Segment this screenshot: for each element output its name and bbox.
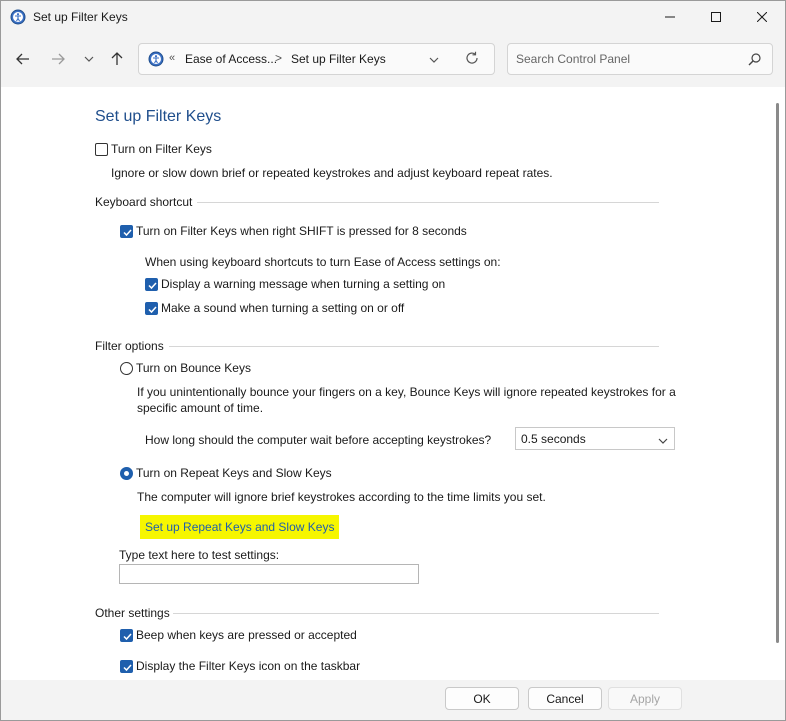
bounce-keys-radio[interactable]: [120, 362, 133, 375]
keyboard-shortcut-divider: [197, 202, 659, 203]
back-button[interactable]: [11, 47, 35, 71]
chevron-down-icon: [658, 433, 668, 447]
back-arrow-icon: [16, 53, 29, 65]
breadcrumb-set-up-filter-keys[interactable]: Set up Filter Keys: [291, 52, 386, 66]
apply-button[interactable]: Apply: [608, 687, 682, 710]
vertical-scrollbar[interactable]: [769, 87, 785, 680]
wait-time-value: 0.5 seconds: [521, 432, 586, 446]
make-sound-checkbox[interactable]: [145, 302, 158, 315]
control-panel-icon: [148, 51, 164, 67]
recent-locations-button[interactable]: [77, 47, 101, 71]
breadcrumb-separator[interactable]: >: [275, 51, 282, 65]
settings-content: Set up Filter Keys Turn on Filter Keys I…: [1, 87, 769, 680]
window-title: Set up Filter Keys: [33, 10, 128, 24]
forward-arrow-icon: [52, 53, 65, 65]
filter-options-group-label: Filter options: [95, 339, 164, 353]
search-input[interactable]: Search Control Panel: [507, 43, 773, 75]
right-shift-shortcut-checkbox[interactable]: [120, 225, 133, 238]
close-button[interactable]: [739, 1, 785, 33]
turn-on-filter-keys-label[interactable]: Turn on Filter Keys: [111, 142, 212, 156]
beep-label[interactable]: Beep when keys are pressed or accepted: [136, 628, 357, 642]
turn-on-filter-keys-checkbox[interactable]: [95, 143, 108, 156]
filter-keys-description: Ignore or slow down brief or repeated ke…: [111, 166, 553, 180]
wait-time-label: How long should the computer wait before…: [145, 433, 492, 447]
repeat-slow-keys-label[interactable]: Turn on Repeat Keys and Slow Keys: [136, 466, 332, 480]
chevron-down-icon: [84, 56, 94, 62]
scrollbar-thumb[interactable]: [776, 103, 779, 643]
shortcut-sub-label: When using keyboard shortcuts to turn Ea…: [145, 255, 501, 269]
make-sound-label[interactable]: Make a sound when turning a setting on o…: [161, 301, 404, 315]
search-icon[interactable]: [748, 52, 762, 69]
bounce-keys-label[interactable]: Turn on Bounce Keys: [136, 361, 251, 375]
repeat-slow-keys-radio[interactable]: [120, 467, 133, 480]
navigation-bar: « Ease of Access... > Set up Filter Keys…: [1, 33, 785, 87]
right-shift-shortcut-label[interactable]: Turn on Filter Keys when right SHIFT is …: [136, 224, 467, 238]
repeat-slow-keys-description: The computer will ignore brief keystroke…: [137, 490, 546, 504]
taskbar-icon-label[interactable]: Display the Filter Keys icon on the task…: [136, 659, 360, 673]
ok-button[interactable]: OK: [445, 687, 519, 710]
filter-keys-window: Set up Filter Keys « Ease of Access... >…: [0, 0, 786, 721]
taskbar-icon-checkbox[interactable]: [120, 660, 133, 673]
up-button[interactable]: [105, 47, 129, 71]
cancel-button[interactable]: Cancel: [528, 687, 602, 710]
up-arrow-icon: [111, 52, 123, 65]
breadcrumb-overflow[interactable]: «: [169, 52, 175, 64]
keyboard-shortcut-group-label: Keyboard shortcut: [95, 195, 193, 209]
other-settings-group-label: Other settings: [95, 606, 170, 620]
filter-options-divider: [169, 346, 659, 347]
test-settings-label: Type text here to test settings:: [119, 548, 280, 562]
maximize-button[interactable]: [693, 1, 739, 33]
beep-checkbox[interactable]: [120, 629, 133, 642]
minimize-button[interactable]: [647, 1, 693, 33]
address-bar[interactable]: « Ease of Access... > Set up Filter Keys: [138, 43, 495, 75]
bounce-keys-description-line1: If you unintentionally bounce your finge…: [137, 385, 676, 399]
warning-message-label[interactable]: Display a warning message when turning a…: [161, 277, 445, 291]
breadcrumb-ease-of-access[interactable]: Ease of Access...: [185, 52, 277, 66]
bounce-keys-description-line2: specific amount of time.: [137, 401, 264, 415]
warning-message-checkbox[interactable]: [145, 278, 158, 291]
title-bar: Set up Filter Keys: [1, 1, 785, 33]
wait-time-dropdown[interactable]: 0.5 seconds: [515, 427, 675, 450]
ease-of-access-icon: [10, 9, 26, 25]
test-settings-input[interactable]: [119, 564, 419, 584]
forward-button[interactable]: [46, 47, 70, 71]
page-title: Set up Filter Keys: [95, 108, 222, 125]
address-dropdown-icon[interactable]: [429, 52, 439, 66]
other-settings-divider: [173, 613, 659, 614]
search-placeholder: Search Control Panel: [516, 52, 631, 66]
dialog-footer: OK Cancel Apply: [1, 680, 785, 720]
set-up-repeat-slow-keys-link[interactable]: Set up Repeat Keys and Slow Keys: [140, 515, 340, 539]
refresh-icon[interactable]: [465, 51, 479, 68]
